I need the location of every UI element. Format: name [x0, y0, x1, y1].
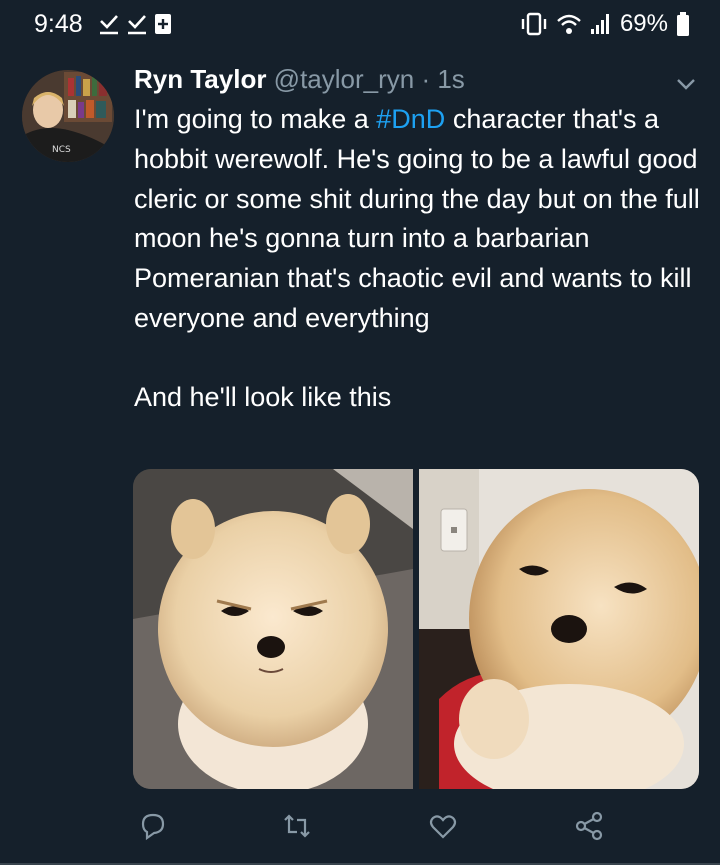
reply-button[interactable] [133, 806, 173, 846]
hashtag-link[interactable]: #DnD [376, 104, 445, 134]
vibrate-icon [521, 12, 547, 36]
status-bar: 9:48 69% [0, 0, 720, 48]
tweet-actions [133, 806, 613, 846]
retweet-icon [284, 814, 310, 838]
battery-icon [677, 12, 689, 36]
svg-text:NCS: NCS [52, 145, 71, 155]
handle-and-time[interactable]: @taylor_ryn · 1s [274, 64, 465, 94]
photo-pomeranian-1[interactable] [133, 469, 413, 789]
tweet-media [133, 469, 699, 789]
share-button[interactable] [569, 806, 609, 846]
reply-icon [141, 813, 165, 841]
tweet-text: I'm going to make a #DnD character that'… [134, 100, 704, 418]
like-button[interactable] [423, 806, 463, 846]
check-download-icon [128, 15, 146, 35]
notification-icons [98, 12, 172, 36]
tweet-paragraph-1: I'm going to make a #DnD character that'… [134, 100, 704, 339]
chevron-down-icon[interactable] [674, 74, 698, 94]
plus-box-icon [155, 14, 171, 34]
avatar-photo: NCS [22, 70, 114, 162]
tweet-paragraph-2: And he'll look like this [134, 381, 392, 412]
retweet-button[interactable] [277, 806, 317, 846]
tweet-text-part: character that's a hobbit werewolf. He's… [134, 104, 700, 333]
display-name[interactable]: Ryn Taylor [134, 64, 266, 94]
system-icons: 69% [520, 10, 690, 38]
wifi-icon [557, 14, 581, 34]
photo-pomeranian-2[interactable] [419, 469, 699, 789]
signal-icon [590, 14, 609, 34]
avatar[interactable]: NCS [22, 70, 114, 162]
pomeranian-image-2 [419, 469, 699, 789]
tweet-text-part: I'm going to make a [134, 104, 377, 134]
tweet-header: Ryn Taylor @taylor_ryn · 1s [134, 64, 465, 95]
like-icon [429, 815, 457, 839]
share-icon [575, 811, 603, 841]
status-time: 9:48 [34, 10, 83, 38]
pomeranian-image-1 [133, 469, 413, 789]
battery-percent: 69% [619, 10, 668, 37]
check-download-icon [100, 15, 118, 35]
